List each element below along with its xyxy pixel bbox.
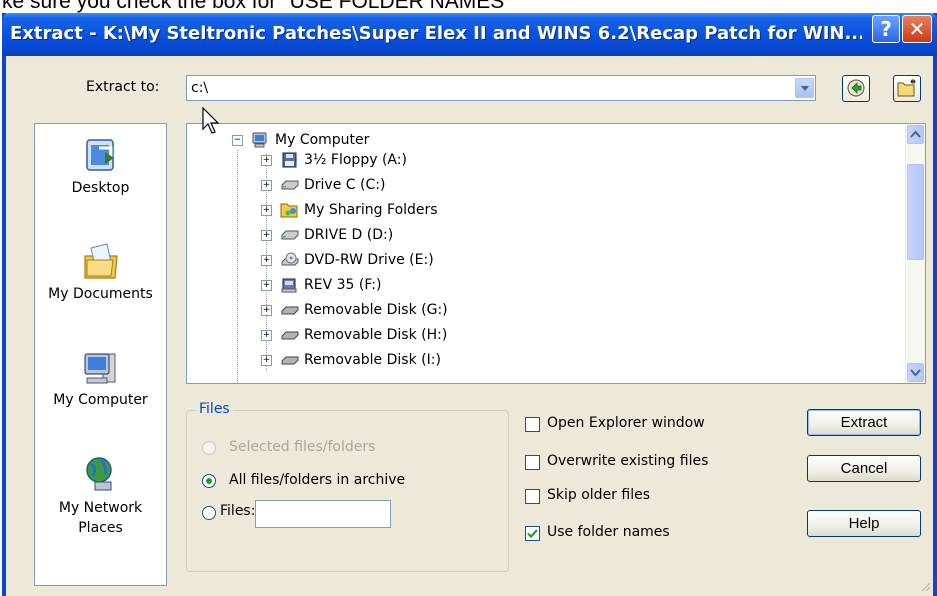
- my-computer-icon: [83, 353, 115, 384]
- place-my-documents[interactable]: My Documents: [35, 242, 166, 302]
- place-desktop[interactable]: Desktop: [35, 136, 166, 196]
- use-folder-names-checkbox[interactable]: [525, 526, 540, 541]
- resize-grip-icon[interactable]: [919, 580, 931, 592]
- skip-older-checkbox[interactable]: [525, 489, 540, 504]
- files-pattern-input[interactable]: [255, 500, 391, 528]
- dvd-icon: [280, 252, 300, 268]
- rev-drive-icon: [280, 277, 300, 293]
- files-group: [186, 410, 509, 572]
- tree-label: Removable Disk (H:): [304, 327, 448, 343]
- tree-label: My Computer: [275, 132, 370, 148]
- my-computer-small-icon: [251, 132, 271, 148]
- tree-label: 3½ Floppy (A:): [304, 152, 407, 168]
- help-title-button[interactable]: ?: [872, 15, 900, 43]
- radio-selected-dot: [206, 478, 212, 484]
- places-bar: Desktop My Documents My Computer My Netw…: [34, 123, 167, 586]
- place-my-computer[interactable]: My Computer: [35, 348, 166, 408]
- chevron-down-icon: [910, 369, 921, 377]
- expand-icon[interactable]: +: [261, 154, 272, 166]
- cancel-button[interactable]: Cancel: [807, 455, 921, 482]
- overwrite-checkbox[interactable]: [525, 455, 540, 470]
- expand-icon[interactable]: +: [261, 279, 272, 291]
- removable-disk-icon: [280, 352, 300, 368]
- back-arrow-icon: [847, 79, 865, 97]
- sharing-folder-icon: [280, 202, 300, 218]
- all-files-label: All files/folders in archive: [229, 472, 406, 488]
- tree-label: DRIVE D (D:): [304, 227, 394, 243]
- removable-disk-icon: [280, 327, 300, 343]
- close-title-button[interactable]: ✕: [902, 15, 932, 43]
- tree-scrollbar[interactable]: [905, 124, 925, 383]
- extract-button[interactable]: Extract: [807, 409, 921, 436]
- tree-row[interactable]: + Removable Disk (I:): [261, 350, 441, 370]
- expand-icon[interactable]: +: [261, 204, 272, 216]
- use-folder-names-label: Use folder names: [547, 524, 670, 540]
- tree-row[interactable]: + Removable Disk (H:): [261, 325, 447, 345]
- floppy-icon: [280, 152, 300, 168]
- mouse-cursor-icon: [202, 107, 220, 134]
- tree-row-my-computer[interactable]: − My Computer: [232, 130, 369, 150]
- expand-icon[interactable]: +: [261, 329, 272, 341]
- all-files-radio[interactable]: [202, 474, 216, 488]
- title-bar[interactable]: Extract - K:\My Steltronic Patches\Super…: [2, 13, 937, 56]
- scroll-down-button[interactable]: [907, 363, 924, 382]
- files-radio-label: Files:: [220, 503, 256, 519]
- tree-label: DVD-RW Drive (E:): [304, 252, 434, 268]
- tree-row[interactable]: + DVD-RW Drive (E:): [261, 250, 434, 270]
- place-desktop-label: Desktop: [71, 180, 130, 196]
- drive-icon: [280, 227, 300, 243]
- files-group-legend: Files: [196, 401, 233, 417]
- skip-older-label: Skip older files: [547, 487, 650, 503]
- expand-icon[interactable]: +: [261, 229, 272, 241]
- desktop-icon: [85, 139, 114, 171]
- scroll-up-button[interactable]: [907, 125, 924, 144]
- open-explorer-label: Open Explorer window: [547, 415, 705, 431]
- expand-icon[interactable]: +: [261, 254, 272, 266]
- tree-row[interactable]: + My Sharing Folders: [261, 200, 438, 220]
- my-network-places-icon: [85, 457, 112, 491]
- folder-tree[interactable]: − My Computer +3½ Floppy (A:) + Drive C (C:…: [186, 123, 926, 384]
- tree-row[interactable]: + DRIVE D (D:): [261, 225, 393, 245]
- expand-icon[interactable]: +: [261, 179, 272, 191]
- open-explorer-checkbox[interactable]: [525, 417, 540, 432]
- tree-row[interactable]: + Removable Disk (G:): [261, 300, 448, 320]
- drive-icon: [280, 177, 300, 193]
- selected-files-radio[interactable]: [202, 441, 216, 455]
- show-desktop-button[interactable]: [842, 75, 870, 102]
- new-folder-button[interactable]: [893, 75, 921, 102]
- place-my-network-places[interactable]: My Network Places: [35, 454, 166, 538]
- removable-disk-icon: [280, 302, 300, 318]
- tree-row[interactable]: +3½ Floppy (A:): [261, 150, 407, 170]
- checkmark-icon: [527, 529, 538, 539]
- place-my-network-places-label: My Network Places: [58, 500, 143, 536]
- place-my-computer-label: My Computer: [53, 392, 148, 408]
- extract-to-field[interactable]: c:\: [186, 75, 816, 101]
- new-folder-icon: [897, 79, 916, 97]
- scroll-thumb[interactable]: [907, 164, 924, 260]
- collapse-icon[interactable]: −: [232, 134, 243, 146]
- tree-row[interactable]: + REV 35 (F:): [261, 275, 381, 295]
- tree-label: REV 35 (F:): [304, 277, 382, 293]
- expand-icon[interactable]: +: [261, 304, 272, 316]
- help-button[interactable]: Help: [807, 510, 921, 537]
- chevron-up-icon: [910, 130, 921, 138]
- tree-label: Drive C (C:): [304, 177, 386, 193]
- tree-label: Removable Disk (G:): [304, 302, 448, 318]
- selected-files-label: Selected files/folders: [229, 439, 376, 455]
- tree-label: Removable Disk (I:): [304, 352, 441, 368]
- expand-icon[interactable]: +: [261, 354, 272, 366]
- my-documents-icon: [83, 243, 118, 279]
- tutorial-caption: ke sure you check the box for "USE FOLDE…: [2, 0, 512, 13]
- tree-row[interactable]: + Drive C (C:): [261, 175, 385, 195]
- files-radio[interactable]: [202, 506, 216, 520]
- overwrite-label: Overwrite existing files: [547, 453, 709, 469]
- place-my-documents-label: My Documents: [48, 286, 153, 302]
- extract-to-label: Extract to:: [86, 79, 160, 95]
- tree-label: My Sharing Folders: [304, 202, 438, 218]
- window-title: Extract - K:\My Steltronic Patches\Super…: [10, 23, 862, 44]
- extract-to-dropdown-button[interactable]: [795, 78, 814, 98]
